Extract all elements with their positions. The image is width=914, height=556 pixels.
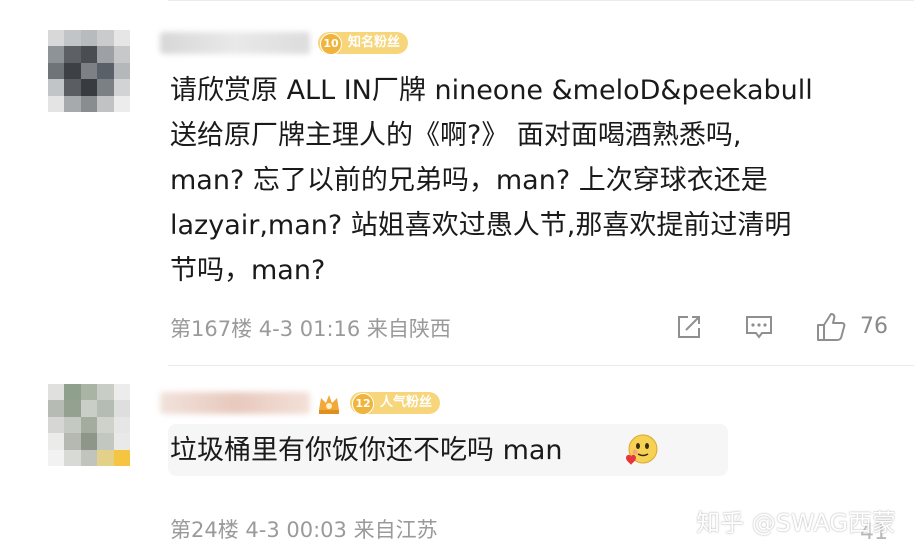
- comment-meta: 第24楼 4-3 00:03 来自江苏: [170, 518, 438, 542]
- comment-line: 节吗，man?: [170, 255, 326, 286]
- love-face-emoji: [626, 434, 658, 465]
- comment-meta: 第167楼 4-3 01:16 来自陕西: [170, 317, 451, 341]
- badge-label: 人气粉丝: [380, 395, 433, 410]
- comment-text: 请欣赏原 ALL IN厂牌 nineone &meloD&peekabull 送…: [170, 68, 813, 293]
- comment-text: 垃圾桶里有你饭你还不吃吗 man: [170, 428, 563, 473]
- comment-line: 垃圾桶里有你饭你还不吃吗 man: [170, 435, 563, 466]
- username-blurred[interactable]: [160, 392, 310, 414]
- like-count: 76: [860, 314, 888, 339]
- divider: [168, 365, 914, 366]
- comment-line: lazyair,man? 站姐喜欢过愚人节,那喜欢提前过清明: [170, 210, 792, 241]
- top-divider: [168, 0, 914, 1]
- comment-line: man? 忘了以前的兄弟吗，man? 上次穿球衣还是: [170, 165, 768, 196]
- fan-badge[interactable]: 10 知名粉丝: [318, 32, 409, 55]
- comment-line: 请欣赏原 ALL IN厂牌 nineone &meloD&peekabull: [170, 75, 813, 106]
- like-icon[interactable]: [814, 310, 848, 344]
- crown-medal-icon: [319, 395, 339, 414]
- watermark: 知乎 @SWAG西蒙: [696, 509, 896, 537]
- comment-line: 送给原厂牌主理人的《啊?》 面对面喝酒熟悉吗,: [170, 120, 742, 151]
- avatar[interactable]: [48, 30, 130, 112]
- badge-label: 知名粉丝: [348, 35, 401, 50]
- username-blurred[interactable]: [160, 32, 310, 54]
- avatar[interactable]: [48, 384, 130, 466]
- badge-level: 10: [320, 33, 342, 55]
- comment-icon[interactable]: [744, 312, 774, 342]
- fan-badge[interactable]: 12 人气粉丝: [350, 392, 441, 415]
- share-icon[interactable]: [674, 312, 704, 342]
- badge-level: 12: [352, 393, 374, 415]
